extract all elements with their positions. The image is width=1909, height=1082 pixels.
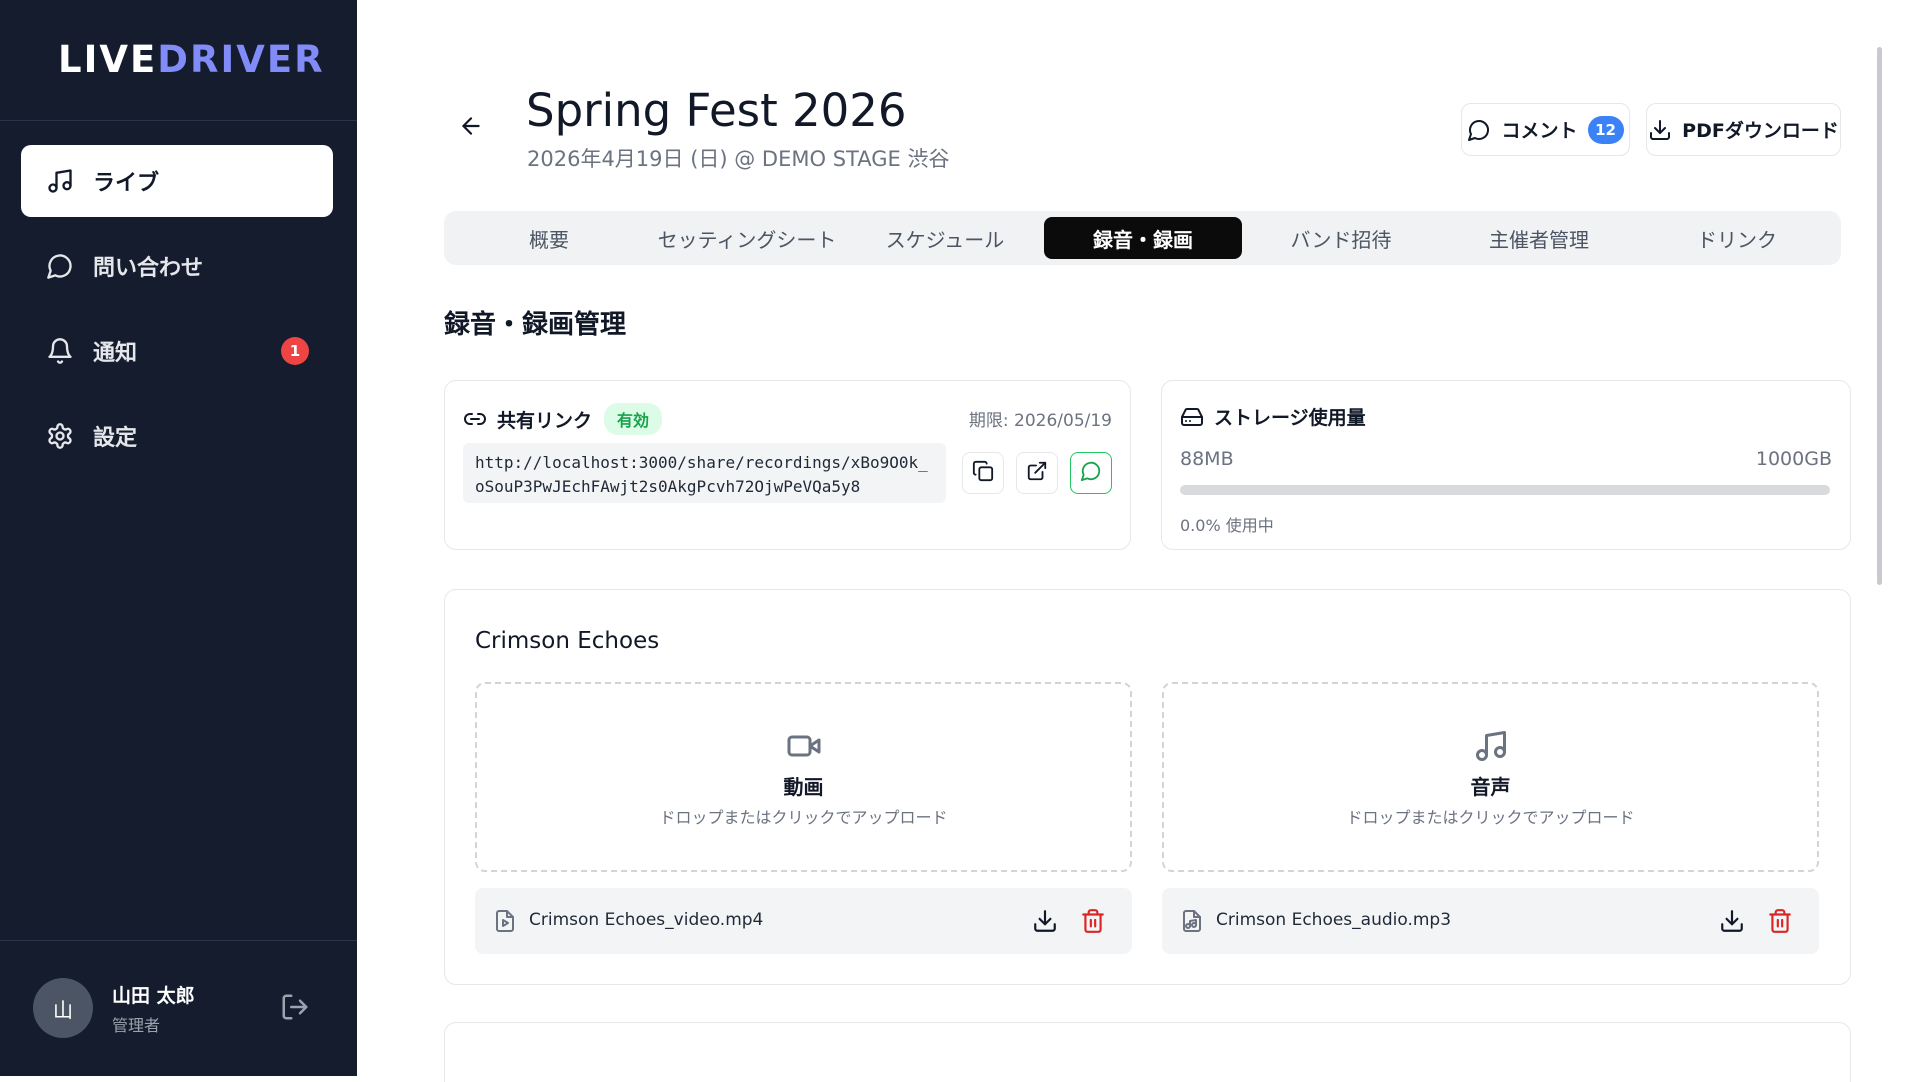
audio-upload-title: 音声 (1470, 774, 1511, 799)
trash-icon[interactable] (1080, 908, 1106, 934)
storage-title: ストレージ使用量 (1214, 407, 1366, 429)
comment-icon (1467, 117, 1493, 143)
sidebar-item-label: 設定 (93, 426, 138, 451)
bell-icon (45, 336, 75, 366)
audio-upload-dropzone[interactable]: 音声 ドロップまたはクリックでアップロード (1162, 682, 1819, 872)
video-file-name: Crimson Echoes_video.mp4 (529, 910, 764, 930)
logo-main: LIVE (58, 38, 158, 81)
trash-icon[interactable] (1767, 908, 1793, 934)
download-icon[interactable] (1719, 908, 1745, 934)
pdf-download-button[interactable]: PDFダウンロード (1646, 103, 1841, 156)
tab-schedule[interactable]: スケジュール (846, 217, 1044, 259)
event-date-venue: 2026年4月19日 (日) @ DEMO STAGE 渋谷 (527, 147, 950, 171)
avatar: 山 (33, 978, 93, 1038)
user-name: 山田 太郎 (112, 984, 195, 1007)
audio-file-name: Crimson Echoes_audio.mp3 (1216, 910, 1452, 930)
storage-total: 1000GB (1755, 448, 1832, 470)
tab-overview[interactable]: 概要 (450, 217, 648, 259)
back-arrow-icon[interactable] (458, 113, 484, 139)
share-url[interactable]: http://localhost:3000/share/recordings/x… (463, 443, 946, 503)
status-badge: 有効 (604, 403, 663, 435)
video-upload-dropzone[interactable]: 動画 ドロップまたはクリックでアップロード (475, 682, 1132, 872)
section-title: 録音・録画管理 (444, 310, 627, 340)
link-icon (463, 407, 487, 431)
app-logo[interactable]: LIVEDRIVER (58, 38, 325, 81)
sidebar-item-label: 通知 (93, 341, 138, 366)
open-link-button[interactable] (1016, 452, 1058, 494)
video-file-row: Crimson Echoes_video.mp4 (475, 888, 1132, 954)
logout-icon[interactable] (280, 992, 310, 1022)
gear-icon (45, 421, 75, 451)
share-message-button[interactable] (1070, 452, 1112, 494)
share-expiry: 期限: 2026/05/19 (968, 411, 1112, 431)
storage-progress-bar (1180, 485, 1830, 495)
tab-band-invite[interactable]: バンド招待 (1242, 217, 1440, 259)
video-upload-title: 動画 (783, 774, 824, 799)
audio-upload-hint: ドロップまたはクリックでアップロード (1346, 807, 1635, 827)
sidebar-divider-bottom (0, 940, 357, 941)
user-profile: 山 山田 太郎 管理者 (33, 978, 195, 1038)
sidebar-divider-top (0, 120, 357, 121)
storage-percent: 0.0% 使用中 (1180, 516, 1274, 535)
video-file-icon (493, 909, 517, 933)
share-link-card: 共有リンク 有効 期限: 2026/05/19 http://localhost… (444, 380, 1131, 550)
tab-setting-sheet[interactable]: セッティングシート (648, 217, 846, 259)
logo-accent: DRIVER (157, 38, 325, 81)
next-band-card (444, 1022, 1851, 1082)
tab-drinks[interactable]: ドリンク (1638, 217, 1836, 259)
scrollbar[interactable] (1877, 47, 1882, 585)
video-upload-hint: ドロップまたはクリックでアップロード (659, 807, 948, 827)
comment-label: コメント (1501, 120, 1578, 142)
pdf-download-label: PDFダウンロード (1682, 120, 1839, 142)
tab-organizer-management[interactable]: 主催者管理 (1440, 217, 1638, 259)
band-name: Crimson Echoes (475, 628, 660, 654)
sidebar-item-live[interactable]: ライブ (21, 145, 333, 217)
page-title: Spring Fest 2026 (526, 84, 907, 137)
download-icon (1648, 117, 1674, 143)
audio-file-row: Crimson Echoes_audio.mp3 (1162, 888, 1819, 954)
video-camera-icon (785, 727, 823, 765)
chat-bubble-icon (45, 251, 75, 281)
band-recordings-card: Crimson Echoes 動画 ドロップまたはクリックでアップロード 音声 … (444, 589, 1851, 985)
sidebar-item-label: 問い合わせ (93, 256, 204, 281)
music-note-icon (45, 166, 75, 196)
comment-count-badge: 12 (1587, 115, 1624, 144)
storage-card: ストレージ使用量 88MB 1000GB 0.0% 使用中 (1161, 380, 1851, 550)
sidebar-item-label: ライブ (93, 171, 160, 196)
tab-bar: 概要 セッティングシート スケジュール 録音・録画 バンド招待 主催者管理 ドリ… (444, 211, 1841, 265)
hard-drive-icon (1180, 405, 1204, 429)
copy-link-button[interactable] (962, 452, 1004, 494)
comment-button[interactable]: コメント 12 (1461, 103, 1630, 156)
user-role: 管理者 (112, 1015, 161, 1035)
sidebar-item-settings[interactable]: 設定 (21, 400, 333, 472)
download-icon[interactable] (1032, 908, 1058, 934)
notification-count-badge: 1 (281, 337, 309, 365)
share-link-title: 共有リンク (497, 409, 593, 432)
audio-file-icon (1180, 909, 1204, 933)
external-link-icon (1026, 460, 1048, 486)
copy-icon (972, 460, 994, 486)
sidebar-item-inquiry[interactable]: 問い合わせ (21, 230, 333, 302)
message-icon (1080, 460, 1102, 486)
tab-recordings[interactable]: 録音・録画 (1044, 217, 1242, 259)
music-note-icon (1472, 727, 1510, 765)
sidebar-item-notifications[interactable]: 通知 1 (21, 315, 333, 387)
sidebar: LIVEDRIVER ライブ 問い合わせ 通知 1 設定 山 山田 太郎 管理者 (0, 0, 357, 1076)
storage-used: 88MB (1180, 448, 1234, 470)
